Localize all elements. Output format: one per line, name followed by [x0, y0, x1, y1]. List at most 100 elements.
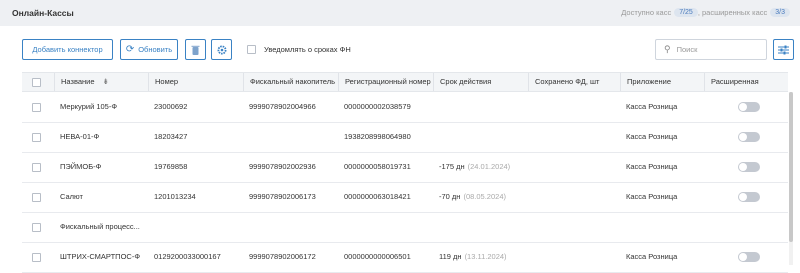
cell-number: 18203427: [154, 132, 188, 141]
delete-button[interactable]: [185, 39, 206, 60]
row-checkbox[interactable]: [32, 133, 41, 142]
cell-fn: 9999078902004966: [249, 102, 316, 111]
notify-label: Уведомлять о сроках ФН: [264, 45, 351, 54]
table-row[interactable]: ШТРИХ-СМАРТПОС-Ф 0129200033000167 99990789…: [22, 242, 788, 273]
cell-saved: [528, 182, 620, 212]
cell-number: 23000692: [154, 102, 188, 111]
extended-label: , расширенных касс: [697, 8, 768, 17]
sliders-icon: [778, 45, 789, 54]
extended-badge: 3/3: [770, 8, 790, 17]
cell-number: 0129200033000167: [154, 252, 221, 261]
settings-button[interactable]: [211, 39, 232, 60]
cell-app: Касса Розница: [626, 132, 678, 141]
cell-reg: 1938208998064980: [344, 132, 411, 141]
extended-toggle[interactable]: [738, 192, 760, 202]
notify-fn-option[interactable]: Уведомлять о сроках ФН: [247, 45, 351, 54]
cell-name: Меркурий 105-Ф: [60, 102, 118, 111]
column-header-extended[interactable]: Расширенная: [704, 73, 788, 91]
term-date: (24.01.2024): [467, 162, 511, 171]
cell-saved: [528, 152, 620, 182]
cell-name: ПЭЙМОБ-Ф: [60, 162, 102, 171]
cell-app: Касса Розница: [626, 102, 678, 111]
search-input[interactable]: ⚲ Поиск: [655, 39, 767, 60]
row-checkbox[interactable]: [32, 223, 41, 232]
search-icon: ⚲: [664, 44, 671, 54]
available-label: Доступно касс: [621, 8, 672, 17]
cash-register-stats: Доступно касс 7/25 , расширенных касс 3/…: [621, 8, 790, 17]
cell-name: Салют: [60, 192, 83, 201]
cell-name: НЕВА-01-Ф: [60, 132, 100, 141]
gear-icon: [217, 45, 226, 54]
refresh-icon: ⟳: [125, 44, 135, 55]
notify-checkbox[interactable]: [247, 45, 256, 54]
cell-term: [433, 122, 528, 152]
cell-term: [433, 92, 528, 122]
cell-term: 119 дн (13.11.2024): [433, 242, 528, 272]
term-days: 119 дн: [439, 252, 462, 261]
table-header: Название ⇟ Номер Фискальный накопитель Р…: [22, 72, 788, 92]
filter-settings-button[interactable]: [773, 39, 794, 60]
refresh-button[interactable]: ⟳ Обновить: [120, 39, 178, 60]
toolbar: Добавить коннектор ⟳ Обновить Уведомлять…: [0, 26, 800, 68]
row-checkbox[interactable]: [32, 163, 41, 172]
refresh-label: Обновить: [138, 45, 173, 54]
cell-reg: 0000000000006501: [344, 252, 411, 261]
term-days: -70 дн: [439, 192, 461, 201]
extended-toggle[interactable]: [738, 252, 760, 262]
cell-reg: 0000000002038579: [344, 102, 411, 111]
scrollbar-thumb[interactable]: [789, 92, 793, 242]
table-row[interactable]: Фискальный процесс...: [22, 212, 788, 243]
column-header-fn[interactable]: Фискальный накопитель: [243, 73, 338, 91]
trash-icon: [191, 45, 200, 55]
cell-app: [620, 212, 704, 242]
select-all-cell: [22, 73, 54, 91]
search-placeholder: Поиск: [676, 45, 698, 54]
select-all-checkbox[interactable]: [32, 78, 41, 87]
table-row[interactable]: ПЭЙМОБ-Ф 19769858 9999078902002936 00000000…: [22, 152, 788, 183]
cell-number: 19769858: [154, 162, 188, 171]
column-header-term[interactable]: Срок действия: [433, 73, 528, 91]
cell-term: -70 дн (08.05.2024): [433, 182, 528, 212]
page-header: Онлайн-Кассы Доступно касс 7/25 , расшир…: [0, 0, 800, 26]
table-row[interactable]: Салют 1201013234 9999078902006173 000000006…: [22, 182, 788, 213]
cell-app: Касса Розница: [626, 252, 678, 261]
term-date: (13.11.2024): [464, 252, 507, 261]
cell-fn: 9999078902006172: [249, 252, 316, 261]
cell-name: Фискальный процесс...: [60, 222, 140, 231]
cell-saved: [528, 212, 620, 242]
cell-saved: [528, 92, 620, 122]
cell-name: ШТРИХ-СМАРТПОС-Ф: [60, 252, 141, 261]
table-row[interactable]: НЕВА-01-Ф 18203427 1938208998064980 Касса Р…: [22, 122, 788, 153]
cell-app: Касса Розница: [626, 192, 678, 201]
cell-fn: [243, 122, 338, 152]
cell-saved: [528, 242, 620, 272]
column-header-reg[interactable]: Регистрационный номер: [338, 73, 433, 91]
cell-term: -175 дн (24.01.2024): [433, 152, 528, 182]
column-label: Название: [61, 77, 95, 86]
column-header-number[interactable]: Номер: [148, 73, 243, 91]
term-days: -175 дн: [439, 162, 465, 171]
row-checkbox[interactable]: [32, 103, 41, 112]
column-header-app[interactable]: Приложение: [620, 73, 704, 91]
available-badge: 7/25: [674, 8, 698, 17]
extended-toggle[interactable]: [738, 132, 760, 142]
cell-term: [433, 212, 528, 242]
term-date: (08.05.2024): [463, 192, 506, 201]
row-checkbox[interactable]: [32, 253, 41, 262]
cell-reg: 0000000058019731: [344, 162, 411, 171]
cell-fn: 9999078902006173: [249, 192, 316, 201]
cell-fn: [243, 212, 338, 242]
column-header-saved[interactable]: Сохранено ФД, шт: [528, 73, 620, 91]
extended-toggle[interactable]: [738, 102, 760, 112]
add-connector-button[interactable]: Добавить коннектор: [22, 39, 113, 60]
row-checkbox[interactable]: [32, 193, 41, 202]
cell-app: Касса Розница: [626, 162, 678, 171]
cell-number: [148, 212, 243, 242]
extended-toggle[interactable]: [738, 162, 760, 172]
cell-reg: 0000000063018421: [344, 192, 411, 201]
column-header-name[interactable]: Название ⇟: [54, 73, 148, 91]
cell-fn: 9999078902002936: [249, 162, 316, 171]
sort-icon: ⇟: [102, 77, 109, 86]
table-row[interactable]: Меркурий 105-Ф 23000692 9999078902004966 00…: [22, 92, 788, 123]
cell-saved: [528, 122, 620, 152]
